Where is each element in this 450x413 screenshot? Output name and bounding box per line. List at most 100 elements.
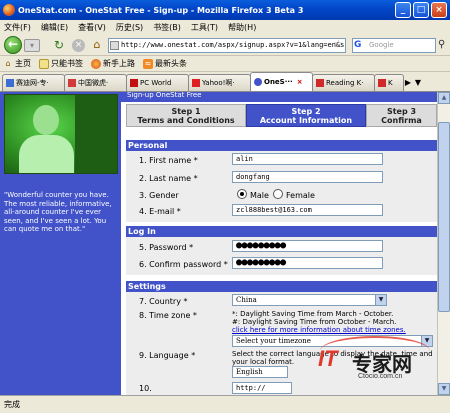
menu-file[interactable]: 文件(F) <box>4 22 31 33</box>
gender-female-label: Female <box>286 191 315 200</box>
gender-male-radio[interactable] <box>237 189 247 199</box>
tab-label: 赛迪网-专· <box>16 78 49 87</box>
search-engine-icon[interactable]: G <box>354 40 364 50</box>
watermark-url: Ctocio.com.cn <box>358 373 403 380</box>
language-note-2: your local format. <box>232 358 295 366</box>
menu-history[interactable]: 历史(S) <box>116 22 143 33</box>
step-number: Step 2 <box>291 107 321 116</box>
tab-favicon-icon <box>316 79 324 87</box>
password-field[interactable]: ●●●●●●●●● <box>232 240 383 252</box>
reload-icon[interactable]: ↻ <box>52 39 66 53</box>
forward-button[interactable]: ▾ <box>24 39 40 52</box>
tab-favicon-icon <box>254 78 262 86</box>
tab-list-icon[interactable]: ▼ <box>413 74 423 91</box>
timezone-info-link[interactable]: click here for more information about ti… <box>232 326 406 334</box>
menu-tools[interactable]: 工具(T) <box>191 22 218 33</box>
gender-label: 3. Gender <box>139 191 179 200</box>
scroll-down-icon[interactable]: ▼ <box>438 383 450 395</box>
tab-label: Yahoo!啊· <box>202 78 235 87</box>
step-2: Step 2 Account Information <box>246 104 366 127</box>
tab-pcworld[interactable]: PC World <box>126 74 189 91</box>
search-input[interactable]: Google <box>352 38 436 53</box>
first-name-field[interactable]: alin <box>232 153 383 165</box>
tab-favicon-icon <box>192 79 200 87</box>
bookmark-getting-started[interactable]: 新手上路 <box>91 58 135 69</box>
tab-favicon-icon <box>130 79 138 87</box>
close-button[interactable]: × <box>431 2 447 18</box>
bookmark-home[interactable]: ⌂ 主页 <box>3 58 31 69</box>
timezone-value: Select your timezone <box>236 337 311 345</box>
home-icon: ⌂ <box>5 58 11 68</box>
email-label: 4. E-mail * <box>139 207 181 216</box>
menu-view[interactable]: 查看(V) <box>78 22 106 33</box>
menu-bar: 文件(F) 编辑(E) 查看(V) 历史(S) 书签(B) 工具(T) 帮助(H… <box>0 20 450 34</box>
page-header: Sign-up OneStat Free <box>121 92 437 102</box>
bookmark-news[interactable]: ≈ 最新头条 <box>143 58 187 69</box>
field-10-input[interactable]: http:// <box>232 382 292 394</box>
firefox-icon <box>3 4 15 16</box>
confirm-password-field[interactable]: ●●●●●●●●● <box>232 257 383 269</box>
bookmark-smart[interactable]: 只能书签 <box>39 58 83 69</box>
step-label: Confirma <box>381 116 422 125</box>
step-number: Step 3 <box>386 107 417 116</box>
bookmark-label: 最新头条 <box>155 59 187 68</box>
language-value: English <box>236 368 263 376</box>
testimonial-photo <box>4 94 118 174</box>
photo-person-head <box>33 105 59 135</box>
timezone-note-dst-1: *: Daylight Saving Time from March - Oct… <box>232 310 394 318</box>
country-select[interactable]: China ▼ <box>232 294 387 306</box>
watermark-it: IT <box>318 346 338 371</box>
gender-female-radio[interactable] <box>273 189 283 199</box>
section-login: Log In <box>126 226 437 237</box>
chevron-down-icon: ▼ <box>375 295 386 305</box>
last-name-field[interactable]: dongfang <box>232 171 383 183</box>
first-name-label: 1. First name * <box>139 156 198 165</box>
tab-k[interactable]: K <box>374 74 404 91</box>
page-icon <box>110 41 119 50</box>
step-label: Account Information <box>259 116 353 125</box>
tab-ccid[interactable]: 赛迪网-专· <box>2 74 65 91</box>
url-bar[interactable]: http://www.onestat.com/aspx/signup.aspx?… <box>108 38 346 53</box>
tab-label: 中国微虎· <box>78 78 109 87</box>
watermark-logo: IT 专家网 Ctocio.com.cn <box>318 336 436 386</box>
minimize-button[interactable]: _ <box>395 2 411 18</box>
vertical-scrollbar[interactable]: ▲ ▼ <box>437 92 450 395</box>
menu-bookmarks[interactable]: 书签(B) <box>153 22 181 33</box>
scroll-up-icon[interactable]: ▲ <box>438 92 450 104</box>
tab-close-icon[interactable]: × <box>297 75 303 90</box>
email-field[interactable]: zcl888best@163.com <box>232 204 383 216</box>
scrollbar-thumb[interactable] <box>438 122 450 312</box>
search-go-icon[interactable]: ⚲ <box>438 39 445 50</box>
field-10-label: 10. <box>139 384 152 393</box>
window-title: OneStat.com - OneStat Free - Sign-up - M… <box>18 5 304 15</box>
bookmark-star-icon[interactable]: ☆ <box>334 39 343 50</box>
photo-background <box>75 95 117 173</box>
status-bar: 完成 <box>0 395 450 413</box>
section-settings: Settings <box>126 281 437 292</box>
last-name-label: 2. Last name * <box>139 174 198 183</box>
tab-china[interactable]: 中国微虎· <box>64 74 127 91</box>
tab-scroll-right-icon[interactable]: ▶ <box>403 74 413 91</box>
section-personal: Personal <box>126 140 437 151</box>
stop-icon[interactable]: × <box>72 39 85 52</box>
timezone-label: 8. Time zone * <box>139 311 197 320</box>
tab-label: Reading K· <box>326 78 364 87</box>
photo-person-body <box>19 135 74 173</box>
tab-reading[interactable]: Reading K· <box>312 74 375 91</box>
maximize-button[interactable]: □ <box>413 2 429 18</box>
back-button[interactable]: ← <box>4 36 22 54</box>
sidebar: "Wonderful counter you have. The most re… <box>0 92 121 395</box>
navigation-toolbar: ← ▾ ↻ × ⌂ http://www.onestat.com/aspx/si… <box>0 34 450 56</box>
menu-edit[interactable]: 编辑(E) <box>41 22 68 33</box>
home-icon[interactable]: ⌂ <box>90 38 104 52</box>
tab-label: K <box>388 78 393 87</box>
step-1: Step 1 Terms and Conditions <box>126 104 246 127</box>
tab-onestat[interactable]: OneS··· × <box>250 72 313 91</box>
tab-yahoo[interactable]: Yahoo!啊· <box>188 74 251 91</box>
language-select[interactable]: English <box>232 366 288 378</box>
window-controls: _ □ × <box>395 2 447 18</box>
status-text: 完成 <box>4 400 20 409</box>
menu-help[interactable]: 帮助(H) <box>228 22 256 33</box>
gender-male-label: Male <box>250 191 269 200</box>
step-number: Step 1 <box>171 107 201 116</box>
